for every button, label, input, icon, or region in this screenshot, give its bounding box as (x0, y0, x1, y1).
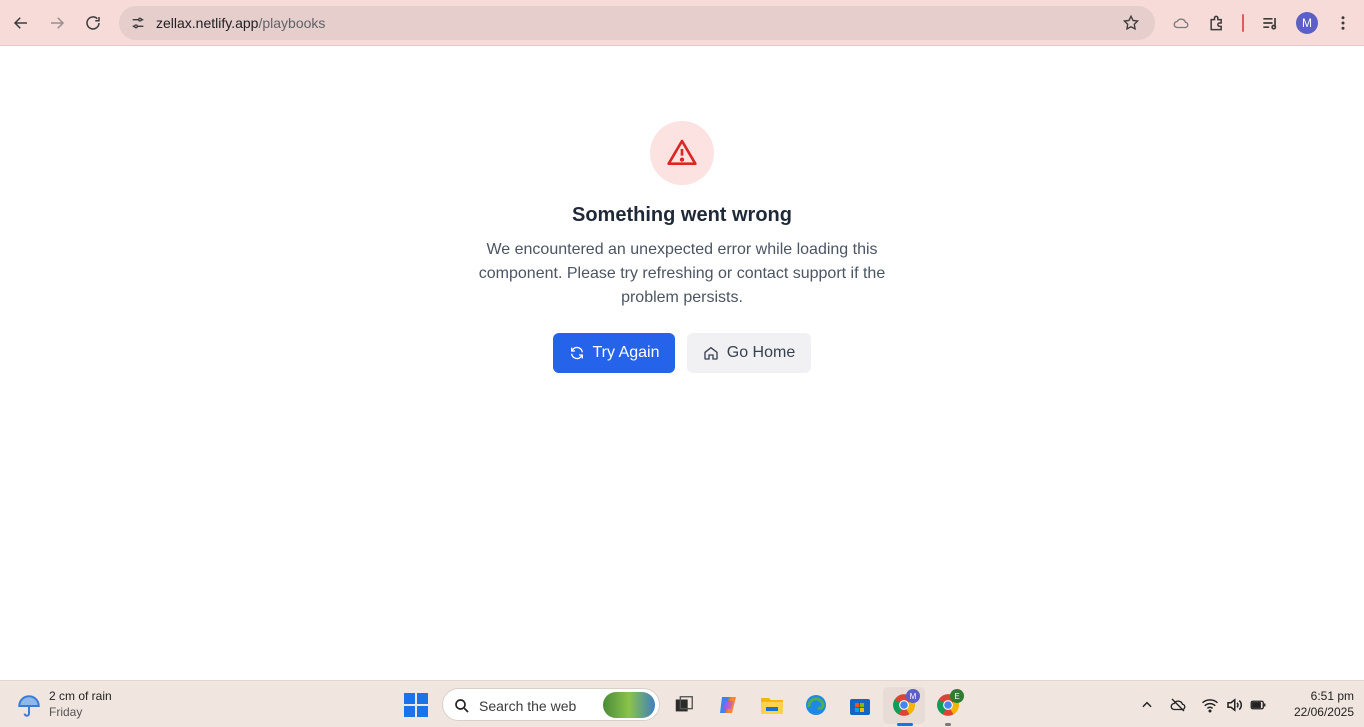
weather-day: Friday (49, 705, 83, 719)
microsoft-store-icon[interactable] (846, 691, 874, 719)
copilot-icon[interactable] (714, 691, 742, 719)
refresh-icon (570, 346, 583, 360)
taskbar: 2 cm of rain Friday Search the web M E 6… (0, 680, 1364, 727)
search-highlight-image (603, 692, 655, 718)
active-indicator (897, 723, 913, 726)
url-host: zellax.netlify.app (156, 15, 259, 31)
media-control-icon[interactable] (1257, 10, 1283, 36)
weather-text: 2 cm of rain (49, 689, 112, 703)
url-path: /playbooks (258, 15, 326, 31)
umbrella-rain-icon (18, 695, 40, 717)
reload-icon (86, 16, 100, 30)
onedrive-offline-icon[interactable] (1168, 695, 1188, 715)
battery-icon[interactable] (1248, 695, 1268, 715)
error-panel: Something went wrong We encountered an u… (0, 46, 1364, 680)
chevron-up-icon[interactable] (1137, 695, 1157, 715)
chrome-profile-badge-m: M (906, 689, 920, 703)
address-bar[interactable]: zellax.netlify.app/playbooks (119, 6, 1155, 40)
search-placeholder: Search the web (479, 698, 577, 714)
error-title: Something went wrong (572, 204, 792, 226)
home-icon (704, 346, 718, 360)
chrome-profile-badge-e: E (950, 689, 964, 703)
toolbar-separator (1242, 14, 1244, 32)
try-again-label: Try Again (592, 344, 660, 361)
warning-badge (650, 121, 714, 185)
back-button[interactable] (6, 8, 36, 38)
weather-widget[interactable]: 2 cm of rain Friday (14, 687, 134, 723)
site-info-icon[interactable] (127, 12, 149, 34)
wifi-icon[interactable] (1200, 695, 1220, 715)
windows-start-icon[interactable] (404, 693, 428, 717)
edge-browser-icon[interactable] (802, 691, 830, 719)
error-message: We encountered an unexpected error while… (478, 241, 886, 306)
reload-button[interactable] (78, 8, 108, 38)
search-icon (455, 699, 469, 713)
clock-time: 6:51 pm (1310, 689, 1354, 703)
arrow-right-icon (51, 17, 65, 29)
extensions-puzzle-icon[interactable] (1204, 10, 1230, 36)
extension-cloud-icon[interactable] (1168, 10, 1194, 36)
system-clock[interactable]: 6:51 pm 22/06/2025 (1276, 688, 1354, 720)
warning-triangle-icon (667, 139, 697, 165)
go-home-button[interactable]: Go Home (687, 333, 811, 373)
profile-avatar[interactable]: M (1296, 12, 1318, 34)
try-again-button[interactable]: Try Again (553, 333, 675, 373)
browser-toolbar: zellax.netlify.app/playbooks M (0, 0, 1364, 46)
arrow-left-icon (13, 17, 27, 29)
clock-date: 22/06/2025 (1293, 705, 1354, 719)
file-explorer-icon[interactable] (758, 691, 786, 719)
go-home-label: Go Home (726, 344, 796, 361)
url-text: zellax.netlify.app/playbooks (156, 15, 325, 31)
kebab-menu-icon[interactable] (1330, 10, 1356, 36)
volume-icon[interactable] (1224, 695, 1244, 715)
task-view-icon[interactable] (670, 691, 698, 719)
taskbar-search[interactable]: Search the web (442, 688, 660, 721)
running-indicator (945, 723, 951, 726)
forward-button[interactable] (42, 8, 72, 38)
bookmark-star-icon[interactable] (1121, 13, 1141, 33)
